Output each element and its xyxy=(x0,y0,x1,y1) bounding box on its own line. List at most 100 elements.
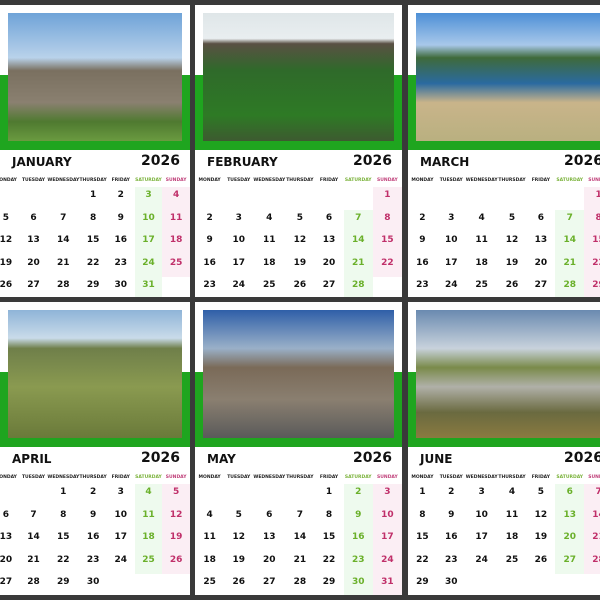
date-cell: 17 xyxy=(372,529,402,552)
date-cell: 25 xyxy=(203,577,216,587)
date-cell: 18 xyxy=(203,554,216,565)
date-cell: 18 xyxy=(475,257,488,268)
date-cell: 22 xyxy=(86,257,100,268)
date-cell: 22 xyxy=(57,554,70,565)
date-cell xyxy=(526,574,555,595)
weekday-header: MONDAY xyxy=(198,178,221,183)
date-cell: 5 xyxy=(235,509,242,520)
date-cell: 21 xyxy=(555,254,585,277)
date-cell: 18 xyxy=(263,257,276,268)
date-cell: 4 xyxy=(134,484,163,507)
date-cell: 13 xyxy=(322,235,336,245)
date-cell: 30 xyxy=(86,577,100,587)
calendar-page-march: MARCH 2026 MONDAY TUESDAY WEDNESDAY THURSDAY… xyxy=(408,5,600,297)
date-cell: 6 xyxy=(325,212,333,223)
month-title: MARCH xyxy=(420,155,470,169)
date-cell xyxy=(107,574,135,595)
date-cell: 20 xyxy=(534,257,548,268)
weekday-header: TUESDAY xyxy=(439,475,463,480)
date-cell: 26 xyxy=(505,280,519,290)
date-cell: 21 xyxy=(57,257,70,268)
date-cell: 26 xyxy=(0,280,13,290)
date-cell: 30 xyxy=(114,280,128,290)
month-photo xyxy=(203,13,394,141)
date-cell: 12 xyxy=(162,506,190,529)
date-cell xyxy=(47,187,79,210)
weekday-header: FRIDAY xyxy=(531,475,550,480)
weekday-header: WEDNESDAY xyxy=(253,475,286,480)
date-cell: 26 xyxy=(534,554,548,565)
date-cell xyxy=(584,574,600,595)
date-cell: 10 xyxy=(475,509,488,520)
date-cell: 2 xyxy=(448,487,455,497)
date-cell: 8 xyxy=(372,209,402,232)
date-cell: 4 xyxy=(266,212,273,223)
date-cell xyxy=(20,484,48,507)
date-cell: 30 xyxy=(445,577,458,587)
date-cell xyxy=(466,187,498,210)
date-cell: 27 xyxy=(0,577,13,587)
date-cell: 8 xyxy=(584,209,600,232)
date-cell: 17 xyxy=(445,257,458,268)
date-cell xyxy=(285,187,314,210)
date-cell: 7 xyxy=(584,484,600,507)
date-cell xyxy=(498,574,527,595)
date-cell: 6 xyxy=(537,212,544,223)
date-cell: 9 xyxy=(89,509,97,520)
date-cell xyxy=(135,574,163,595)
date-cell: 29 xyxy=(86,280,100,290)
date-cell: 7 xyxy=(30,509,37,520)
date-cell: 24 xyxy=(114,554,128,565)
calendar-page-april: APRIL 2026MONDAYTUESDAYWEDNESDAYTHURSDAY… xyxy=(0,302,190,595)
date-cell: 2 xyxy=(206,212,213,223)
date-cell: 15 xyxy=(57,532,70,542)
date-cell: 22 xyxy=(416,554,429,565)
date-cell: 14 xyxy=(555,232,585,255)
date-cell: 15 xyxy=(416,532,429,542)
date-cell: 5 xyxy=(162,484,190,507)
month-title: APRIL xyxy=(12,452,52,466)
date-cell: 19 xyxy=(293,257,307,268)
date-cell xyxy=(20,187,48,210)
date-cell: 13 xyxy=(0,532,13,542)
weekday-header: SUNDAY xyxy=(588,178,600,183)
date-cell: 20 xyxy=(0,554,13,565)
date-grid: MONDAY TUESDAYWEDNESDAYTHURSDAY FRIDAY SATU… xyxy=(195,175,402,297)
year-label: 2026 xyxy=(141,153,180,169)
date-cell: 2 xyxy=(89,487,97,497)
date-cell: 19 xyxy=(534,532,548,542)
date-cell: 19 xyxy=(162,529,190,552)
date-cell: 23 xyxy=(445,554,458,565)
date-cell: 11 xyxy=(162,209,190,232)
year-label: 2026 xyxy=(353,153,392,169)
month-photo xyxy=(416,13,600,141)
date-cell: 7 xyxy=(343,209,373,232)
weekday-header: FRIDAY xyxy=(319,178,339,183)
weekday-header: SATURDAY xyxy=(556,178,584,183)
date-cell: 5 xyxy=(537,487,544,497)
date-cell: 10 xyxy=(232,235,246,245)
date-cell: 29 xyxy=(584,277,600,297)
date-cell: 25 xyxy=(505,554,519,565)
date-cell: 3 xyxy=(448,212,455,223)
date-cell: 9 xyxy=(448,509,455,520)
date-cell: 18 xyxy=(162,232,190,255)
date-cell: 4 xyxy=(508,487,516,497)
weekday-header: MONDAY xyxy=(0,475,17,480)
date-cell: 13 xyxy=(27,235,40,245)
date-cell: 1 xyxy=(60,487,67,497)
weekday-header: WEDNESDAY xyxy=(465,475,498,480)
date-cell: 7 xyxy=(60,212,67,223)
date-cell: 3 xyxy=(235,212,242,223)
weekday-header: MONDAY xyxy=(411,178,434,183)
weekday-header: WEDNESDAY xyxy=(253,178,286,183)
date-cell: 15 xyxy=(372,232,402,255)
date-cell: 15 xyxy=(322,532,336,542)
date-cell xyxy=(344,187,373,210)
date-cell: 28 xyxy=(584,551,600,574)
date-cell: 3 xyxy=(372,484,402,507)
date-cell: 28 xyxy=(555,277,585,297)
date-cell: 27 xyxy=(27,280,40,290)
date-cell xyxy=(437,187,466,210)
date-cell: 29 xyxy=(57,577,70,587)
